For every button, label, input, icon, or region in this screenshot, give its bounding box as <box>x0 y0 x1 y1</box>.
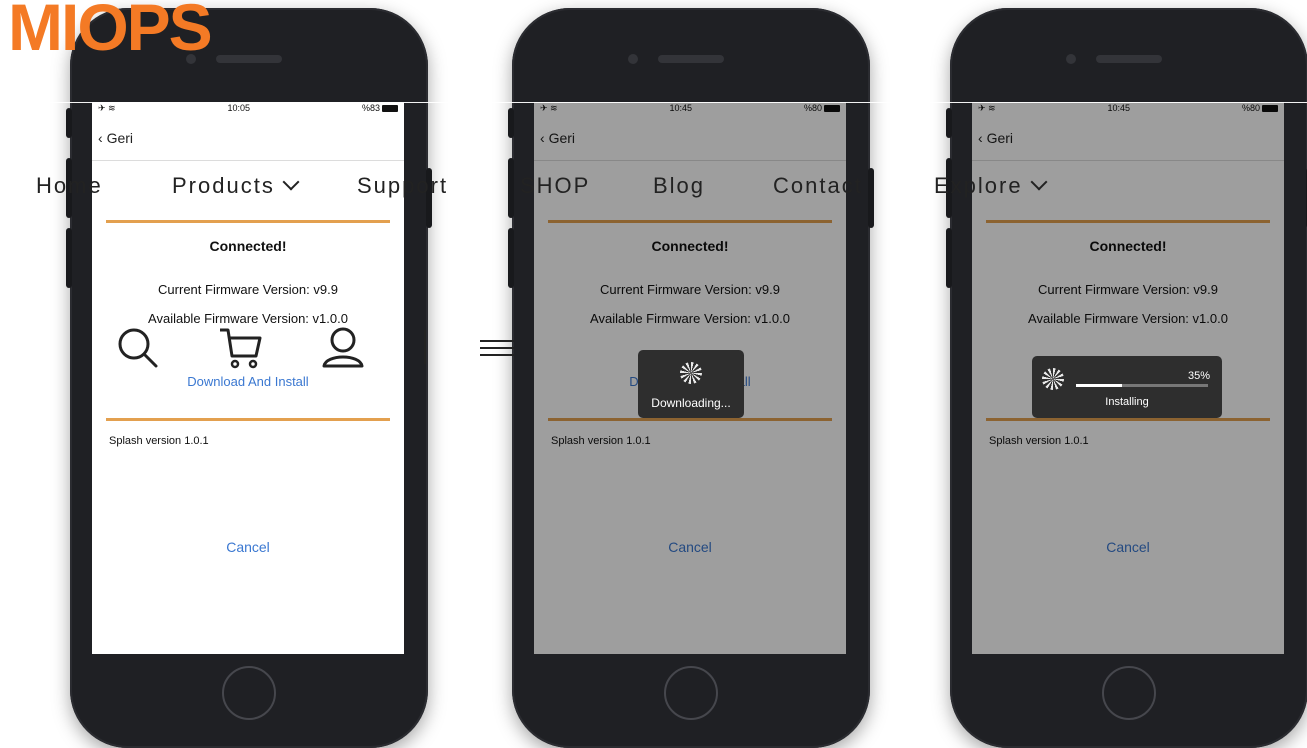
page: ✈ ≋ 10:05 %83 ‹ Geri Connected! Current … <box>0 0 1307 748</box>
phone-mockup-1: ✈ ≋ 10:05 %83 ‹ Geri Connected! Current … <box>66 8 432 748</box>
phone-button <box>946 108 952 138</box>
chevron-left-icon: ‹ <box>98 130 103 146</box>
progress-bar <box>1076 384 1208 387</box>
download-install-button[interactable]: Download And Install <box>92 374 404 389</box>
phone-mockup-3: ✈ ≋ 10:45 %80 ‹ Geri Connected! Current … <box>946 8 1307 748</box>
nav-item-shop[interactable]: SHOP <box>520 173 590 199</box>
battery-icon <box>381 105 398 113</box>
miops-logo[interactable]: MIOPS <box>8 0 213 60</box>
phone-button <box>508 108 514 138</box>
nav-item-blog[interactable]: Blog <box>653 173 705 199</box>
splash-version: Splash version 1.0.1 <box>109 435 209 447</box>
nav-item-products[interactable]: Products <box>172 173 300 199</box>
nav-item-explore[interactable]: Explore <box>934 173 1048 199</box>
chevron-down-icon <box>282 173 300 191</box>
nav-item-home[interactable]: Home <box>36 173 103 199</box>
battery-status: %83 <box>362 103 398 113</box>
current-firmware: Current Firmware Version: v9.9 <box>158 282 338 297</box>
speaker-grille <box>1096 55 1162 63</box>
hud-label: Installing <box>1105 396 1149 408</box>
cart-icon[interactable] <box>218 326 264 370</box>
header-divider <box>6 102 1307 103</box>
hud-label: Downloading... <box>651 396 731 410</box>
search-icon[interactable] <box>116 326 160 370</box>
home-button <box>664 666 718 720</box>
installing-hud: 35% Installing <box>1032 356 1222 418</box>
icon-divider <box>424 330 426 364</box>
accent-line <box>106 418 390 421</box>
phone-button <box>508 228 514 288</box>
phone-button <box>66 108 72 138</box>
camera-icon <box>1066 54 1076 64</box>
connection-status: Connected! <box>209 238 287 254</box>
divider <box>92 160 404 161</box>
chevron-down-icon <box>1030 173 1048 191</box>
phone-button <box>508 158 514 218</box>
account-icon[interactable] <box>320 326 366 370</box>
home-button <box>1102 666 1156 720</box>
home-button <box>222 666 276 720</box>
status-bar: ✈ ≋ 10:05 %83 <box>92 102 404 114</box>
nav-item-contact[interactable]: Contact <box>773 173 863 199</box>
status-time: 10:05 <box>227 103 251 113</box>
back-button[interactable]: ‹ Geri <box>98 130 133 146</box>
progress-bar-fill <box>1076 384 1123 387</box>
phone-button <box>66 228 72 288</box>
phone-mockup-2: ✈ ≋ 10:45 %80 ‹ Geri Connected! Current … <box>508 8 874 748</box>
downloading-hud: Downloading... <box>638 350 744 418</box>
loading-spinner-icon <box>1042 368 1064 390</box>
cancel-button[interactable]: Cancel <box>92 539 404 555</box>
menu-icon[interactable] <box>480 335 514 359</box>
accent-line <box>106 220 390 223</box>
phone-button <box>946 228 952 288</box>
phone-button <box>868 168 874 228</box>
loading-spinner-icon <box>680 362 702 384</box>
speaker-grille <box>658 55 724 63</box>
camera-icon <box>628 54 638 64</box>
available-firmware: Available Firmware Version: v1.0.0 <box>148 311 348 326</box>
airplane-wifi-icon: ✈ ≋ <box>98 102 116 113</box>
nav-item-support[interactable]: Support <box>357 173 448 199</box>
progress-percent: 35% <box>1187 370 1210 382</box>
speaker-grille <box>216 55 282 63</box>
